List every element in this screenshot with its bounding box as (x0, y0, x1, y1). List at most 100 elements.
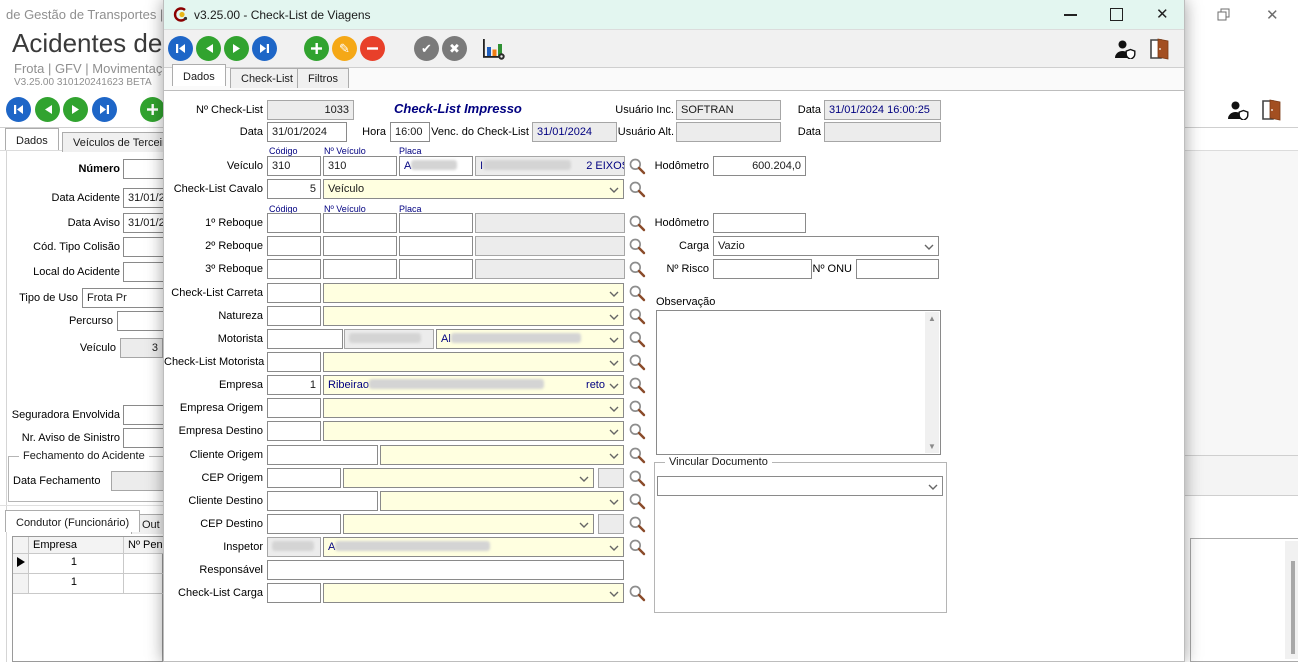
tab-checklist[interactable]: Check-List (230, 68, 304, 88)
checklist-carga-select[interactable] (323, 583, 624, 603)
reboque2-placa-field[interactable] (399, 236, 473, 256)
checklist-motorista-lookup-button[interactable] (628, 353, 648, 373)
no-checklist-field[interactable]: 1033 (267, 100, 354, 120)
cep-destino-select[interactable] (343, 514, 594, 534)
tab-filtros[interactable]: Filtros (297, 68, 349, 88)
empresa-destino-select[interactable] (323, 421, 624, 441)
observacao-textarea[interactable]: ▲▼ (656, 310, 941, 455)
empresa-lookup-button[interactable] (628, 376, 648, 396)
veiculo-codigo-field[interactable]: 310 (267, 156, 321, 176)
inspetor-lookup-button[interactable] (628, 538, 648, 558)
redacted-text (272, 541, 314, 551)
reboque1-placa-field[interactable] (399, 213, 473, 233)
checklist-carreta-lookup-button[interactable] (628, 284, 648, 304)
bg-right-scrollbar[interactable] (1285, 541, 1298, 659)
motorista-codigo-field[interactable] (267, 329, 343, 349)
data-field[interactable]: 31/01/2024 (267, 122, 347, 142)
tipo-uso-label: Tipo de Uso (0, 292, 78, 304)
local-acidente-label: Local do Acidente (0, 266, 120, 278)
motorista-select[interactable]: Al (436, 329, 624, 349)
scroll-down-icon[interactable]: ▼ (928, 442, 936, 451)
no-risco-field[interactable] (713, 259, 812, 279)
bg-restore-button[interactable] (1217, 8, 1230, 24)
reboque1-desc-field (475, 213, 625, 233)
data-alt-field[interactable] (824, 122, 941, 142)
reboque3-num-field[interactable] (323, 259, 397, 279)
bg-veiculo-field[interactable]: 3 (120, 338, 163, 358)
motorista-lookup-button[interactable] (628, 330, 648, 350)
bg-prev-record-button[interactable] (35, 97, 60, 122)
tab-condutor-funcionario[interactable]: Condutor (Funcionário) (5, 510, 140, 532)
vincular-documento-select[interactable] (657, 476, 943, 496)
veiculo-placa-field[interactable]: A (399, 156, 473, 176)
reboque2-num-field[interactable] (323, 236, 397, 256)
checklist-carreta-codigo-field[interactable] (267, 283, 321, 303)
hora-field[interactable]: 16:00 (390, 122, 430, 142)
cliente-destino-select[interactable] (380, 491, 624, 511)
cliente-origem-lookup-button[interactable] (628, 446, 648, 466)
empresa-origem-select[interactable] (323, 398, 624, 418)
bg-next-record-button[interactable] (63, 97, 88, 122)
hodometro-field[interactable]: 600.204,0 (713, 156, 806, 176)
inspetor-select[interactable]: A (323, 537, 624, 557)
checklist-carreta-select[interactable] (323, 283, 624, 303)
cep-origem-field[interactable] (267, 468, 341, 488)
empresa-origem-label: Empresa Origem (164, 402, 263, 414)
empresa-label: Empresa (164, 379, 263, 391)
scroll-up-icon[interactable]: ▲ (928, 314, 936, 323)
veiculo-num-field[interactable]: 310 (323, 156, 397, 176)
cliente-destino-lookup-button[interactable] (628, 492, 648, 512)
natureza-lookup-button[interactable] (628, 307, 648, 327)
carga-select[interactable]: Vazio (713, 236, 939, 256)
observacao-scrollbar[interactable]: ▲▼ (925, 312, 939, 453)
natureza-codigo-field[interactable] (267, 306, 321, 326)
grid-col-empresa: Empresa (29, 537, 124, 554)
bg-add-button[interactable] (140, 97, 165, 122)
cep-destino-field[interactable] (267, 514, 341, 534)
grid-row-2-empresa[interactable]: 1 (29, 574, 124, 594)
reboque3-codigo-field[interactable] (267, 259, 321, 279)
empresa-codigo-field[interactable]: 1 (267, 375, 321, 395)
checklist-cavalo-codigo-field[interactable]: 5 (267, 179, 321, 199)
cliente-origem-select[interactable] (380, 445, 624, 465)
empresa-origem-codigo-field[interactable] (267, 398, 321, 418)
reboque2-codigo-field[interactable] (267, 236, 321, 256)
empresa-select[interactable]: Ribeiraoreto (323, 375, 624, 395)
cep-destino-lookup-button[interactable] (628, 515, 648, 535)
grid-row-1-empresa[interactable]: 1 (29, 554, 124, 574)
empresa-origem-lookup-button[interactable] (628, 399, 648, 419)
data-inc-field[interactable]: 31/01/2024 16:00:25 (824, 100, 941, 120)
bg-user-permissions-icon[interactable] (1227, 100, 1249, 125)
checklist-cavalo-lookup-button[interactable] (628, 180, 648, 200)
bg-last-record-button[interactable] (92, 97, 117, 122)
bg-first-record-button[interactable] (6, 97, 31, 122)
natureza-select[interactable] (323, 306, 624, 326)
bg-close-button[interactable]: ✕ (1266, 6, 1279, 24)
cep-origem-select[interactable] (343, 468, 594, 488)
checklist-cavalo-select[interactable]: Veículo (323, 179, 624, 199)
responsavel-field[interactable] (267, 560, 624, 580)
cliente-destino-codigo-field[interactable] (267, 491, 378, 511)
venc-checklist-label: Venc. do Check-List (430, 126, 529, 138)
hodometro2-field[interactable] (713, 213, 806, 233)
bg-exit-door-icon[interactable] (1261, 99, 1281, 126)
empresa-destino-lookup-button[interactable] (628, 422, 648, 442)
bg-breadcrumb: Frota | GFV | Movimentaç (14, 61, 162, 76)
reboque3-placa-field[interactable] (399, 259, 473, 279)
cod-tipo-colisao-label: Cód. Tipo Colisão (0, 241, 120, 253)
empresa-destino-codigo-field[interactable] (267, 421, 321, 441)
tab-dados[interactable]: Dados (172, 64, 226, 86)
checklist-motorista-codigo-field[interactable] (267, 352, 321, 372)
no-onu-field[interactable] (856, 259, 939, 279)
motorista-label: Motorista (164, 333, 263, 345)
bg-tab-dados[interactable]: Dados (5, 128, 59, 150)
cliente-origem-label: Cliente Origem (164, 449, 263, 461)
reboque1-num-field[interactable] (323, 213, 397, 233)
bg-right-scrollbar-thumb[interactable] (1291, 561, 1295, 654)
checklist-carga-lookup-button[interactable] (628, 584, 648, 604)
checklist-motorista-select[interactable] (323, 352, 624, 372)
checklist-carga-codigo-field[interactable] (267, 583, 321, 603)
reboque1-codigo-field[interactable] (267, 213, 321, 233)
cep-origem-lookup-button[interactable] (628, 469, 648, 489)
cliente-origem-codigo-field[interactable] (267, 445, 378, 465)
